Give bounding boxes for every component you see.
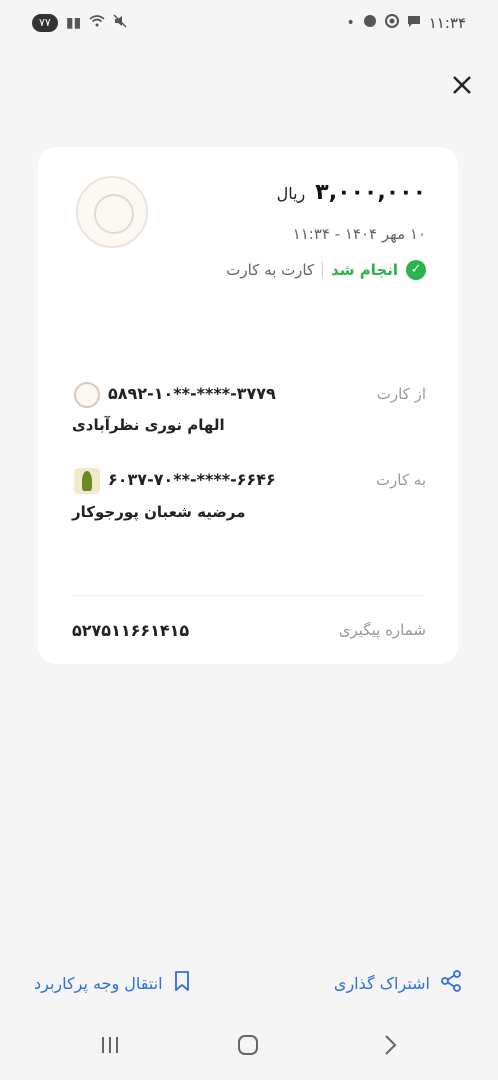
transaction-datetime: ۱۰ مهر ۱۴۰۴ - ۱۱:۳۴ bbox=[292, 225, 426, 243]
frequent-transfer-button[interactable]: انتقال وجه پرکاربرد bbox=[34, 970, 191, 996]
home-button[interactable] bbox=[236, 1033, 260, 1063]
dot-icon: • bbox=[346, 15, 355, 31]
chrome-icon bbox=[384, 14, 399, 32]
share-button[interactable]: اشتراک گذاری bbox=[334, 970, 462, 996]
home-icon bbox=[236, 1035, 260, 1063]
to-card-number: ۶۰۳۷-۷۰**-****-۶۶۴۶ bbox=[108, 470, 276, 489]
chevron-right-icon bbox=[378, 1035, 402, 1063]
divider bbox=[72, 595, 424, 596]
status-bar-right: • ۱۱:۳۴ bbox=[346, 14, 466, 32]
recent-apps-button[interactable] bbox=[98, 1033, 122, 1063]
share-label: اشتراک گذاری bbox=[333, 973, 430, 993]
from-bank-logo-icon bbox=[74, 382, 100, 408]
back-button[interactable] bbox=[378, 1033, 402, 1063]
status-text: انجام شد bbox=[331, 261, 398, 279]
tracking-label: شماره پیگیری bbox=[338, 621, 426, 639]
share-icon bbox=[440, 970, 462, 996]
recent-apps-icon bbox=[98, 1037, 122, 1063]
to-bank-logo-icon bbox=[74, 468, 100, 494]
battery-indicator: ۷۷ bbox=[32, 14, 58, 32]
transaction-type: کارت به کارت bbox=[226, 261, 315, 279]
amount-value: ۳,۰۰۰,۰۰۰ bbox=[315, 180, 426, 205]
close-button[interactable] bbox=[446, 72, 478, 104]
from-card-label: از کارت bbox=[376, 385, 426, 403]
status-bar-left: ۷۷ ▮▮ bbox=[32, 14, 127, 32]
to-card-holder: مرضیه شعبان پورجوکار bbox=[72, 503, 246, 521]
close-icon bbox=[451, 73, 473, 103]
success-check-icon: ✓ bbox=[406, 260, 426, 280]
frequent-transfer-label: انتقال وجه پرکاربرد bbox=[34, 973, 163, 993]
mute-icon bbox=[113, 14, 127, 32]
wifi-icon bbox=[89, 15, 105, 31]
bookmark-icon bbox=[173, 970, 191, 996]
separator bbox=[322, 262, 324, 278]
status-row: ✓ انجام شد کارت به کارت bbox=[226, 260, 426, 280]
amount-row: ۳,۰۰۰,۰۰۰ ریال bbox=[277, 180, 426, 205]
to-card-label: به کارت bbox=[375, 471, 426, 489]
status-time: ۱۱:۳۴ bbox=[428, 14, 466, 32]
from-card-number: ۵۸۹۲-۱۰**-****-۳۷۷۹ bbox=[108, 384, 276, 403]
app-notification-icon bbox=[363, 14, 377, 32]
from-card-holder: الهام نوری نظرآبادی bbox=[72, 416, 225, 434]
bank-logo-icon bbox=[76, 176, 148, 248]
message-icon bbox=[407, 14, 421, 32]
tracking-number: ۵۲۷۵۱۱۶۶۱۴۱۵ bbox=[72, 621, 190, 640]
currency-label: ریال bbox=[276, 184, 306, 203]
signal-icon: ▮▮ bbox=[65, 15, 82, 31]
